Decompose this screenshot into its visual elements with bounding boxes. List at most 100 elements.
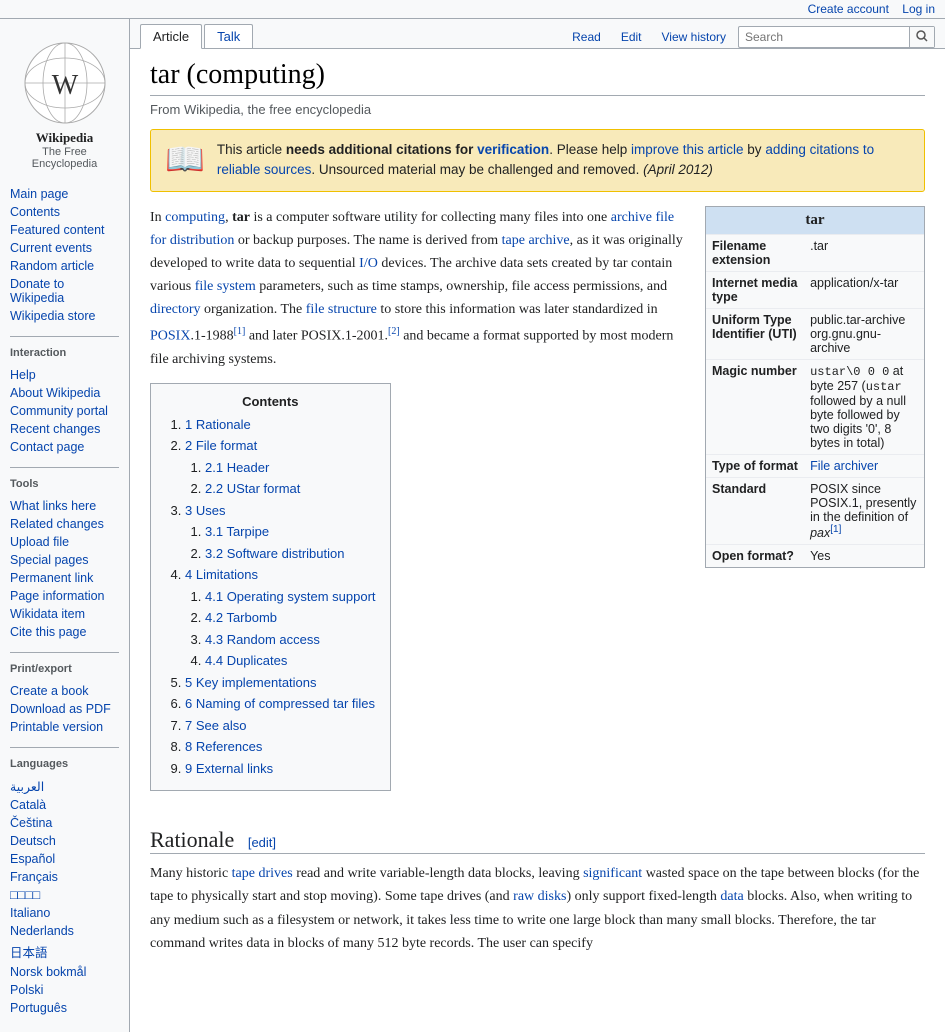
infobox-label-uti: Uniform Type Identifier (UTI) (706, 308, 804, 359)
infobox-row-type: Type of format File archiver (706, 454, 924, 477)
sidebar-item-store[interactable]: Wikipedia store (10, 307, 119, 325)
sidebar-item-recent-changes[interactable]: Recent changes (10, 420, 119, 438)
raw-disks-link[interactable]: raw disks (513, 889, 566, 904)
toc-link-4[interactable]: 4 Limitations (185, 567, 258, 582)
sidebar-lang-deutsch[interactable]: Deutsch (10, 832, 119, 850)
sidebar-lang-nederlands[interactable]: Nederlands (10, 922, 119, 940)
tab-right-actions: Read Edit View history (564, 26, 935, 48)
toc-link-2-2[interactable]: 2.2 UStar format (205, 481, 300, 496)
sidebar-item-about[interactable]: About Wikipedia (10, 384, 119, 402)
toc-link-2-1[interactable]: 2.1 Header (205, 460, 269, 475)
sidebar-lang-francais[interactable]: Français (10, 868, 119, 886)
sidebar-item-download-pdf[interactable]: Download as PDF (10, 700, 119, 718)
sidebar-item-community-portal[interactable]: Community portal (10, 402, 119, 420)
sidebar-lang-arabic[interactable]: العربية (10, 777, 119, 796)
infobox-row-media-type: Internet media type application/x-tar (706, 271, 924, 308)
sidebar-item-page-info[interactable]: Page information (10, 587, 119, 605)
sidebar-item-donate[interactable]: Donate to Wikipedia (10, 275, 119, 307)
sidebar-print-label: Print/export (0, 659, 129, 677)
toc-link-4-1[interactable]: 4.1 Operating system support (205, 589, 376, 604)
sidebar-item-contents[interactable]: Contents (10, 203, 119, 221)
toc-item-1: 1 Rationale (185, 415, 376, 435)
toc-item-3-1: 3.1 Tarpipe (205, 522, 376, 542)
infobox-label-standard: Standard (706, 477, 804, 544)
ref2-link[interactable]: [2] (388, 326, 400, 337)
tape-archive-link[interactable]: tape archive (502, 233, 570, 248)
toc-link-1[interactable]: 1 Rationale (185, 417, 251, 432)
directory-link[interactable]: directory (150, 302, 201, 317)
tab-talk[interactable]: Talk (204, 24, 253, 48)
sidebar-tools-label: Tools (0, 474, 129, 492)
create-account-link[interactable]: Create account (808, 2, 889, 16)
toc-title: Contents (165, 394, 376, 409)
pax-ref[interactable]: [1] (830, 524, 841, 535)
sidebar-lang-japanese[interactable]: 日本語 (10, 940, 119, 963)
toc-sub-3: 3.1 Tarpipe 3.2 Software distribution (185, 522, 376, 563)
toc-item-4-2: 4.2 Tarbomb (205, 608, 376, 628)
sidebar-item-random-article[interactable]: Random article (10, 257, 119, 275)
sidebar-lang-italiano[interactable]: Italiano (10, 904, 119, 922)
toc-link-8[interactable]: 8 References (185, 739, 262, 754)
verification-link[interactable]: verification (477, 142, 549, 157)
infobox-row-filename: Filename extension .tar (706, 234, 924, 271)
rationale-edit-link[interactable]: edit (251, 835, 272, 850)
rationale-paragraph: Many historic tape drives read and write… (150, 862, 925, 954)
sidebar-item-featured-content[interactable]: Featured content (10, 221, 119, 239)
sidebar-item-contact[interactable]: Contact page (10, 438, 119, 456)
toc-link-4-2[interactable]: 4.2 Tarbomb (205, 610, 277, 625)
posix-link[interactable]: POSIX (150, 329, 190, 344)
notice-icon: 📖 (165, 140, 205, 178)
sidebar-lang-portugues[interactable]: Português (10, 999, 119, 1017)
toc-link-3[interactable]: 3 Uses (185, 503, 225, 518)
search-input[interactable] (739, 27, 909, 47)
filesystem-link[interactable]: file system (195, 279, 256, 294)
computing-link[interactable]: computing (165, 210, 225, 225)
toc-link-9[interactable]: 9 External links (185, 761, 273, 776)
sidebar-item-cite-page[interactable]: Cite this page (10, 623, 119, 641)
infobox-value-open: Yes (804, 544, 924, 567)
significant-link[interactable]: significant (583, 866, 642, 881)
toc-item-9: 9 External links (185, 759, 376, 779)
sidebar-lang-catala[interactable]: Català (10, 796, 119, 814)
io-link[interactable]: I/O (359, 256, 378, 271)
view-history-link[interactable]: View history (654, 26, 734, 48)
ref1-link[interactable]: [1] (234, 326, 246, 337)
sidebar-lang-box1[interactable]: □□□□ (10, 886, 119, 904)
toc-item-5: 5 Key implementations (185, 673, 376, 693)
sidebar-item-printable[interactable]: Printable version (10, 718, 119, 736)
tape-drives-link[interactable]: tape drives (232, 866, 293, 881)
sidebar-item-create-book[interactable]: Create a book (10, 682, 119, 700)
data-link[interactable]: data (720, 889, 743, 904)
sidebar-lang-espanol[interactable]: Español (10, 850, 119, 868)
log-in-link[interactable]: Log in (902, 2, 935, 16)
toc-link-5[interactable]: 5 Key implementations (185, 675, 317, 690)
tab-article[interactable]: Article (140, 24, 202, 49)
toc-link-6[interactable]: 6 Naming of compressed tar files (185, 696, 375, 711)
sidebar-item-permanent-link[interactable]: Permanent link (10, 569, 119, 587)
sidebar-item-related-changes[interactable]: Related changes (10, 515, 119, 533)
toc-link-3-1[interactable]: 3.1 Tarpipe (205, 524, 269, 539)
sidebar-item-current-events[interactable]: Current events (10, 239, 119, 257)
toc-link-4-3[interactable]: 4.3 Random access (205, 632, 320, 647)
edit-link[interactable]: Edit (613, 26, 650, 48)
improve-article-link[interactable]: improve this article (631, 142, 744, 157)
sidebar-item-what-links[interactable]: What links here (10, 497, 119, 515)
sidebar-item-special-pages[interactable]: Special pages (10, 551, 119, 569)
toc-link-3-2[interactable]: 3.2 Software distribution (205, 546, 344, 561)
file-archiver-link[interactable]: File archiver (810, 459, 878, 473)
toc-link-4-4[interactable]: 4.4 Duplicates (205, 653, 287, 668)
toc-link-2[interactable]: 2 File format (185, 438, 257, 453)
read-link[interactable]: Read (564, 26, 609, 48)
sidebar-lang-polski[interactable]: Polski (10, 981, 119, 999)
sidebar-lang-norsk[interactable]: Norsk bokmål (10, 963, 119, 981)
sidebar-item-wikidata[interactable]: Wikidata item (10, 605, 119, 623)
sidebar-item-upload-file[interactable]: Upload file (10, 533, 119, 551)
file-structure-link[interactable]: file structure (306, 302, 377, 317)
sidebar-lang-cestina[interactable]: Čeština (10, 814, 119, 832)
archive-file-link[interactable]: archive file for distribution (150, 210, 674, 248)
toc-link-7[interactable]: 7 See also (185, 718, 246, 733)
sidebar-item-help[interactable]: Help (10, 366, 119, 384)
search-button[interactable] (909, 27, 934, 47)
sidebar-item-main-page[interactable]: Main page (10, 185, 119, 203)
notice-box: 📖 This article needs additional citation… (150, 129, 925, 192)
